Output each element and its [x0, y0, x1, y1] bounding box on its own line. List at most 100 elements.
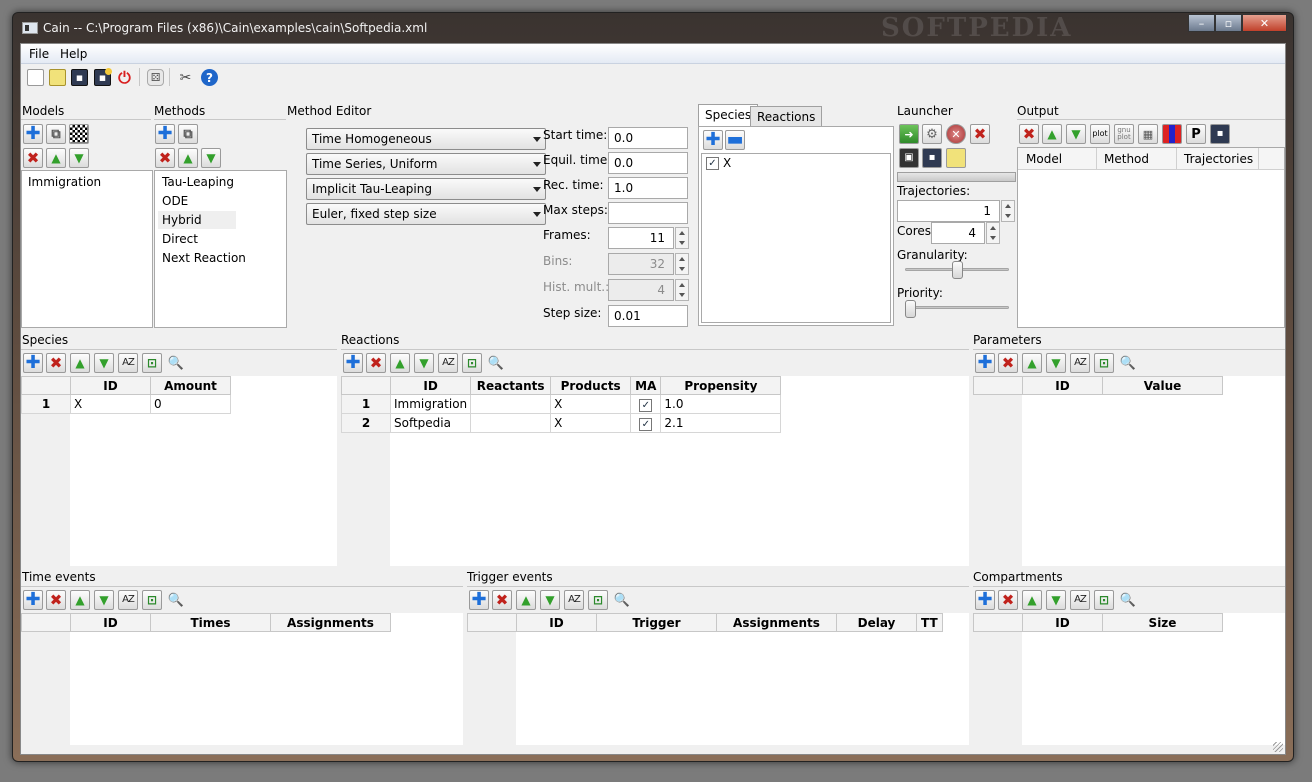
rec-time-input[interactable]: 1.0 [608, 177, 688, 199]
reaction-propensity-cell[interactable]: 1.0 [660, 394, 782, 414]
close-window-button[interactable]: ✕ [1242, 14, 1287, 32]
open-file-icon[interactable] [49, 69, 66, 86]
quit-power-icon[interactable]: ⏻ [116, 69, 133, 86]
autosize-species-button[interactable]: ⊡ [142, 353, 162, 373]
reaction-products-cell[interactable]: X [550, 413, 632, 433]
frames-spinner[interactable] [675, 227, 689, 249]
move-model-up-button[interactable]: ▲ [46, 148, 66, 168]
move-trigger-event-down-button[interactable]: ▼ [540, 590, 560, 610]
start-simulation-icon[interactable]: ➜ [899, 124, 919, 144]
col-id[interactable]: ID [389, 376, 472, 395]
reaction-reactants-cell[interactable] [470, 394, 552, 414]
col-trigger[interactable]: Trigger [596, 613, 717, 632]
move-reaction-down-button[interactable]: ▼ [414, 353, 434, 373]
add-compartment-button[interactable]: ✚ [975, 590, 995, 610]
output-col-model[interactable]: Model [1026, 152, 1062, 166]
reaction-ma-cell[interactable]: ✓ [630, 413, 662, 433]
plot-button[interactable]: plot [1090, 124, 1110, 144]
priority-slider[interactable] [905, 306, 1009, 309]
compile-gear-icon[interactable]: ⚙ [922, 124, 942, 144]
delete-trigger-event-button[interactable]: ✖ [492, 590, 512, 610]
output-col-method[interactable]: Method [1104, 152, 1149, 166]
search-icon[interactable]: 🔍 [486, 353, 506, 373]
sort-reactions-button[interactable]: AZ [438, 353, 458, 373]
move-method-up-button[interactable]: ▲ [178, 148, 198, 168]
reaction-id-cell[interactable]: Softpedia [389, 413, 472, 433]
col-id[interactable]: ID [1022, 613, 1103, 632]
move-reaction-up-button[interactable]: ▲ [390, 353, 410, 373]
add-time-event-button[interactable]: ✚ [23, 590, 43, 610]
col-size[interactable]: Size [1102, 613, 1223, 632]
move-model-down-button[interactable]: ▼ [69, 148, 89, 168]
reaction-reactants-cell[interactable] [470, 413, 552, 433]
delete-output-button[interactable]: ✖ [1019, 124, 1039, 144]
col-id[interactable]: ID [516, 613, 597, 632]
duplicate-model-button[interactable]: ⧉ [46, 124, 66, 144]
delete-compartment-button[interactable]: ✖ [998, 590, 1018, 610]
add-model-button[interactable]: ✚ [23, 124, 43, 144]
start-time-input[interactable]: 0.0 [608, 127, 688, 149]
p-button[interactable]: P [1186, 124, 1206, 144]
method-item[interactable]: Next Reaction [162, 251, 246, 265]
output-col-trajectories[interactable]: Trajectories [1184, 152, 1253, 166]
max-steps-input[interactable] [608, 202, 688, 224]
col-id[interactable]: ID [70, 376, 151, 395]
help-icon[interactable]: ? [201, 69, 218, 86]
reaction-id-cell[interactable]: Immigration [389, 394, 472, 414]
col-ma[interactable]: MA [630, 376, 662, 395]
output-type-select[interactable]: Time Series, Uniform [306, 153, 546, 175]
col-products[interactable]: Products [550, 376, 632, 395]
reaction-ma-cell[interactable]: ✓ [630, 394, 662, 414]
search-icon[interactable]: 🔍 [612, 590, 632, 610]
move-species-down-button[interactable]: ▼ [94, 353, 114, 373]
kill-simulation-button[interactable]: ✖ [970, 124, 990, 144]
move-time-event-down-button[interactable]: ▼ [94, 590, 114, 610]
method-item[interactable]: ODE [162, 194, 188, 208]
sort-time-events-button[interactable]: AZ [118, 590, 138, 610]
model-item-immigration[interactable]: Immigration [28, 175, 101, 189]
frames-input[interactable]: 11 [608, 227, 674, 249]
col-value[interactable]: Value [1102, 376, 1223, 395]
move-species-up-button[interactable]: ▲ [70, 353, 90, 373]
model-grid-icon[interactable] [69, 124, 89, 144]
col-id[interactable]: ID [1022, 376, 1103, 395]
move-method-down-button[interactable]: ▼ [201, 148, 221, 168]
stop-icon[interactable]: ✕ [946, 124, 966, 144]
step-size-input[interactable]: 0.01 [608, 305, 688, 327]
col-propensity[interactable]: Propensity [660, 376, 782, 395]
reaction-products-cell[interactable]: X [550, 394, 632, 414]
preferences-tools-icon[interactable]: ✂ [177, 69, 194, 86]
histogram-icon[interactable] [1162, 124, 1182, 144]
search-icon[interactable]: 🔍 [166, 353, 186, 373]
gnuplot-button[interactable]: gnu plot [1114, 124, 1134, 144]
delete-method-button[interactable]: ✖ [155, 148, 175, 168]
autosize-trigger-events-button[interactable]: ⊡ [588, 590, 608, 610]
minimize-button[interactable]: – [1188, 14, 1215, 32]
random-seed-icon[interactable]: ⚄ [147, 69, 164, 86]
save-as-icon[interactable]: ▪ [94, 68, 112, 86]
mass-action-checkbox[interactable]: ✓ [639, 417, 653, 431]
col-amount[interactable]: Amount [150, 376, 231, 395]
add-trigger-event-button[interactable]: ✚ [469, 590, 489, 610]
method-item[interactable]: Direct [162, 232, 198, 246]
delete-reaction-button[interactable]: ✖ [366, 353, 386, 373]
open-output-icon[interactable] [946, 148, 966, 168]
add-reaction-button[interactable]: ✚ [343, 353, 363, 373]
cores-spinner[interactable] [986, 222, 1000, 244]
sort-compartments-button[interactable]: AZ [1070, 590, 1090, 610]
maximize-button[interactable]: ▫ [1215, 14, 1242, 32]
move-output-down-button[interactable]: ▼ [1066, 124, 1086, 144]
search-icon[interactable]: 🔍 [1118, 353, 1138, 373]
menu-file[interactable]: File [29, 47, 49, 61]
trajectories-input[interactable]: 1 [897, 200, 1000, 222]
menu-help[interactable]: Help [60, 47, 87, 61]
equil-time-input[interactable]: 0.0 [608, 152, 688, 174]
save-icon[interactable]: ▪ [71, 69, 88, 86]
trajectories-spinner[interactable] [1001, 200, 1015, 222]
autosize-compartments-button[interactable]: ⊡ [1094, 590, 1114, 610]
col-times[interactable]: Times [150, 613, 271, 632]
terminal-icon[interactable]: ▣ [899, 148, 919, 168]
new-file-icon[interactable] [27, 69, 44, 86]
autosize-time-events-button[interactable]: ⊡ [142, 590, 162, 610]
col-delay[interactable]: Delay [836, 613, 917, 632]
